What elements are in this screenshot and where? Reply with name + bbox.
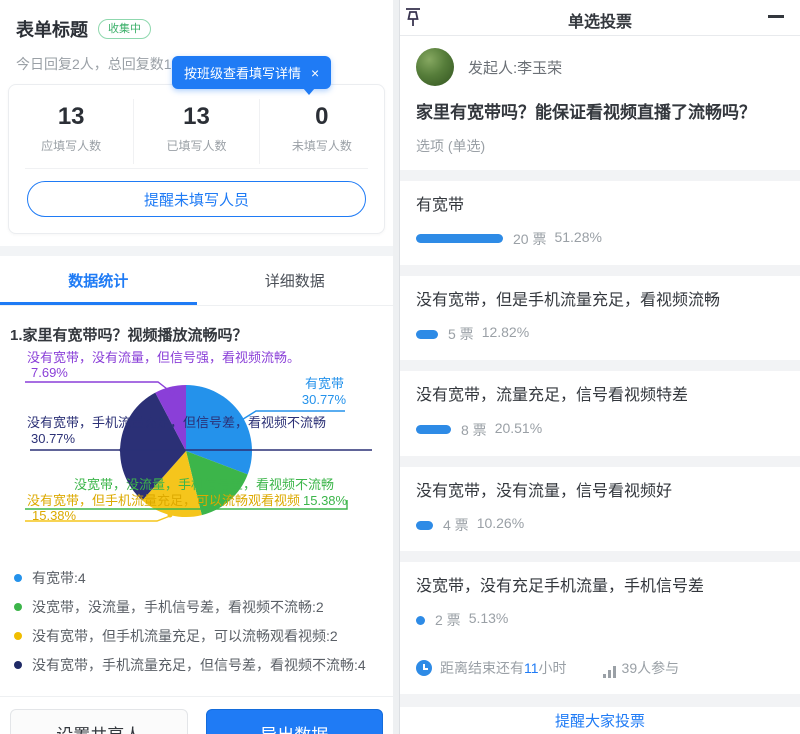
vote-progress-bar — [416, 234, 503, 243]
tooltip-text: 按班级查看填写详情 — [184, 63, 301, 82]
participants-icon — [603, 666, 616, 678]
stat-should-fill: 13 应填写人数 — [9, 99, 133, 164]
countdown-hours: 11 — [524, 660, 539, 676]
chart-legend: 有宽带:4 没宽带，没流量，手机信号差，看视频不流畅:2 没有宽带，但手机流量充… — [0, 553, 393, 692]
stat-value: 13 — [9, 103, 133, 131]
countdown-text: 距离结束还有11小时 — [440, 658, 567, 678]
vote-option-4[interactable]: 没有宽带，没有流量，信号看视频好 4 票10.26% — [400, 467, 800, 551]
collecting-status-badge: 收集中 — [98, 19, 151, 39]
options-type-label: 选项 (单选) — [416, 136, 784, 156]
legend-label: 没有宽带，但手机流量充足，可以流畅观看视频:2 — [32, 626, 338, 646]
pie-label-navy-percent: 30.77% — [31, 431, 75, 446]
stat-label: 未填写人数 — [260, 137, 384, 154]
pie-label-green: 没宽带，没流量，手机信号差，看视频不流畅 — [74, 477, 334, 492]
tooltip-caret — [303, 88, 315, 95]
pie-label-blue: 有宽带 — [305, 376, 344, 391]
vote-progress-bar — [416, 330, 438, 339]
stat-filled: 13 已填写人数 — [133, 99, 258, 164]
tab-detailed-data[interactable]: 详细数据 — [197, 256, 394, 305]
legend-dot-navy — [14, 661, 22, 669]
legend-dot-yellow — [14, 632, 22, 640]
stat-label: 已填写人数 — [134, 137, 258, 154]
vote-header: 单选投票 — [400, 0, 800, 36]
panel-divider — [393, 0, 400, 734]
pie-chart-area: 没有宽带，没有流量，但信号强，看视频流畅。 7.69% 有宽带 30.77% 没… — [0, 349, 393, 553]
stat-value: 0 — [260, 103, 384, 131]
option-label: 没宽带，没有充足手机流量，手机信号差 — [416, 576, 784, 598]
page-title: 单选投票 — [400, 8, 800, 32]
vote-intro-section: 发起人:李玉荣 家里有宽带吗？能保证看视频直播了流畅吗？ 选项 (单选) — [400, 36, 800, 170]
option-label: 没有宽带，没有流量，信号看视频好 — [416, 481, 784, 503]
participants-count: 39人参与 — [622, 658, 680, 678]
remind-section: 提醒大家投票 — [400, 707, 800, 734]
vote-count: 8 票20.51% — [461, 420, 542, 440]
chart-question: 1.家里有宽带吗？视频播放流畅吗？ — [0, 306, 393, 349]
export-data-button[interactable]: 导出数据 — [206, 709, 384, 734]
legend-label: 有宽带:4 — [32, 568, 86, 588]
form-title: 表单标题 — [16, 16, 88, 42]
stats-card: 13 应填写人数 13 已填写人数 0 未填写人数 提醒未填写人员 — [8, 84, 385, 234]
legend-item: 没有宽带，但手机流量充足，可以流畅观看视频:2 — [14, 626, 383, 646]
form-header: 表单标题 收集中 今日回复2人，总回复数1 按班级查看填写详情 × — [0, 0, 393, 74]
pie-label-navy: 没有宽带，手机流量充足，但信号差，看视频不流畅 — [27, 415, 326, 430]
divider — [25, 168, 368, 169]
form-stats-panel: 表单标题 收集中 今日回复2人，总回复数1 按班级查看填写详情 × 13 应填写… — [0, 0, 393, 734]
set-sharers-button[interactable]: 设置共享人 — [10, 709, 188, 734]
vote-progress-bar — [416, 616, 425, 625]
pie-label-blue-percent: 30.77% — [302, 392, 346, 407]
pie-label-green-percent: 15.38% — [303, 493, 347, 508]
legend-dot-blue — [14, 574, 22, 582]
minimize-icon[interactable] — [768, 15, 784, 18]
option-label: 没有宽带，流量充足，信号看视频特差 — [416, 385, 784, 407]
app-window: 表单标题 收集中 今日回复2人，总回复数1 按班级查看填写详情 × 13 应填写… — [0, 0, 800, 734]
left-footer: 设置共享人 导出数据 — [0, 696, 393, 734]
avatar — [416, 48, 454, 86]
legend-item: 有宽带:4 — [14, 568, 383, 588]
pie-label-yellow-percent: 15.38% — [32, 508, 76, 523]
vote-question: 家里有宽带吗？能保证看视频直播了流畅吗？ — [416, 100, 784, 126]
pie-label-purple-percent: 7.69% — [31, 365, 68, 380]
vote-option-2[interactable]: 没有宽带，但是手机流量充足，看视频流畅 5 票12.82% — [400, 276, 800, 360]
remind-everyone-link[interactable]: 提醒大家投票 — [555, 710, 645, 731]
pie-label-yellow: 没有宽带，但手机流量充足，可以流畅观看视频 — [27, 493, 300, 508]
stat-unfilled: 0 未填写人数 — [259, 99, 384, 164]
legend-label: 没有宽带，手机流量充足，但信号差，看视频不流畅:4 — [32, 655, 366, 675]
legend-label: 没宽带，没流量，手机信号差，看视频不流畅:2 — [32, 597, 324, 617]
legend-dot-green — [14, 603, 22, 611]
vote-meta-row: 距离结束还有11小时 39人参与 — [400, 646, 800, 694]
legend-item: 没宽带，没流量，手机信号差，看视频不流畅:2 — [14, 597, 383, 617]
vote-count: 20 票51.28% — [513, 229, 602, 249]
tab-data-statistics[interactable]: 数据统计 — [0, 256, 197, 305]
initiator-label: 发起人:李玉荣 — [468, 57, 562, 78]
tab-bar: 数据统计 详细数据 — [0, 256, 393, 306]
stat-value: 13 — [134, 103, 258, 131]
option-label: 有宽带 — [416, 195, 784, 217]
class-detail-tooltip: 按班级查看填写详情 × — [172, 56, 331, 89]
clock-icon — [416, 660, 432, 676]
close-icon[interactable]: × — [311, 66, 319, 80]
legend-item: 没有宽带，手机流量充足，但信号差，看视频不流畅:4 — [14, 655, 383, 675]
vote-count: 5 票12.82% — [448, 324, 529, 344]
vote-option-1[interactable]: 有宽带 20 票51.28% — [400, 181, 800, 265]
option-label: 没有宽带，但是手机流量充足，看视频流畅 — [416, 290, 784, 312]
pie-label-purple: 没有宽带，没有流量，但信号强，看视频流畅。 — [27, 350, 300, 365]
vote-count: 4 票10.26% — [443, 515, 524, 535]
vote-option-3[interactable]: 没有宽带，流量充足，信号看视频特差 8 票20.51% — [400, 371, 800, 455]
section-divider — [0, 246, 393, 256]
vote-count: 2 票5.13% — [435, 610, 508, 630]
vote-option-5[interactable]: 没宽带，没有充足手机流量，手机信号差 2 票5.13% — [400, 562, 800, 646]
remind-unfilled-button[interactable]: 提醒未填写人员 — [27, 181, 366, 217]
vote-panel: 单选投票 发起人:李玉荣 家里有宽带吗？能保证看视频直播了流畅吗？ 选项 (单选… — [400, 0, 800, 734]
stat-label: 应填写人数 — [9, 137, 133, 154]
vote-progress-bar — [416, 425, 451, 434]
vote-progress-bar — [416, 521, 433, 530]
